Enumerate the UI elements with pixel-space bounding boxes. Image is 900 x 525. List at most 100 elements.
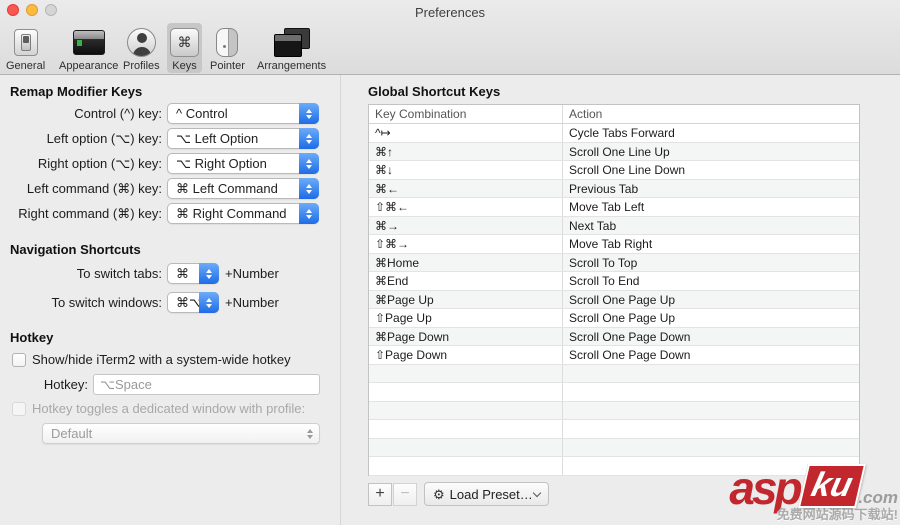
table-row[interactable]: ⇧Page Up Scroll One Page Up xyxy=(369,309,859,328)
key-combination-cell: ⇧Page Up xyxy=(369,309,563,327)
tab-label: Pointer xyxy=(210,60,245,72)
table-row[interactable]: ⇧⌘← Move Tab Left xyxy=(369,198,859,217)
table-row[interactable]: ^↦ Cycle Tabs Forward xyxy=(369,124,859,143)
gear-icon: ⚙ xyxy=(433,488,445,501)
profile-popup-value: Default xyxy=(51,424,92,444)
hotkey-input[interactable]: ⌥Space xyxy=(93,374,320,395)
remap-heading: Remap Modifier Keys xyxy=(10,84,142,99)
navigation-row-label: To switch windows: xyxy=(0,295,162,310)
tab-appearance[interactable]: Appearance xyxy=(56,23,121,73)
action-cell: Move Tab Right xyxy=(563,235,859,253)
action-cell: Scroll To Top xyxy=(563,254,859,272)
pane-divider xyxy=(340,75,341,525)
tab-general[interactable]: General xyxy=(3,23,48,73)
table-row[interactable]: ⌘← Previous Tab xyxy=(369,180,859,199)
profiles-person-icon xyxy=(127,28,156,57)
watermark: asp ku .com 免费网站源码下载站! xyxy=(729,464,898,523)
key-combination-cell: ⇧⌘→ xyxy=(369,235,563,253)
table-row[interactable]: ⌘End Scroll To End xyxy=(369,272,859,291)
show-hide-hotkey-checkbox[interactable] xyxy=(12,353,26,367)
key-combination-cell: ⌘End xyxy=(369,272,563,290)
table-row[interactable]: ⌘Page Up Scroll One Page Up xyxy=(369,291,859,310)
remap-row-label: Control (^) key: xyxy=(0,106,162,121)
stepper-icon xyxy=(299,203,319,224)
remap-row: Left command (⌘) key: ⌘ Left Command xyxy=(0,178,332,199)
chevron-down-icon xyxy=(533,488,541,496)
preferences-window: Preferences General Appearance Profiles … xyxy=(0,0,900,525)
remap-rows: Control (^) key: ^ Control Left option (… xyxy=(0,103,332,228)
action-cell: Scroll One Line Up xyxy=(563,143,859,161)
remap-dropdown-value: ⌘ Left Command xyxy=(176,179,278,199)
action-cell xyxy=(563,402,859,420)
remap-dropdown-value: ^ Control xyxy=(176,104,228,124)
stepper-icon xyxy=(299,153,319,174)
key-combination-cell: ⌘← xyxy=(369,180,563,198)
key-combination-cell xyxy=(369,383,563,401)
toolbar: General Appearance Profiles ⌘ Keys Point… xyxy=(0,22,900,74)
remap-row-label: Right option (⌥) key: xyxy=(0,156,162,172)
stepper-icon xyxy=(299,178,319,199)
navigation-dropdown-value: ⌘ xyxy=(176,264,189,284)
hotkey-heading: Hotkey xyxy=(10,330,53,345)
table-row[interactable] xyxy=(369,365,859,384)
table-row[interactable] xyxy=(369,383,859,402)
column-header-key[interactable]: Key Combination xyxy=(369,105,563,123)
tab-keys[interactable]: ⌘ Keys xyxy=(167,23,202,73)
table-body: ^↦ Cycle Tabs Forward ⌘↑ Scroll One Line… xyxy=(369,124,859,476)
action-cell: Next Tab xyxy=(563,217,859,235)
table-row[interactable] xyxy=(369,402,859,421)
table-row[interactable] xyxy=(369,439,859,458)
tab-label: Arrangements xyxy=(257,60,326,72)
table-row[interactable]: ⌘Home Scroll To Top xyxy=(369,254,859,273)
remap-dropdown[interactable]: ⌘ Left Command xyxy=(167,178,319,199)
table-row[interactable]: ⌘↓ Scroll One Line Down xyxy=(369,161,859,180)
tab-pointer[interactable]: Pointer xyxy=(207,23,248,73)
shortcut-table: Key Combination Action ^↦ Cycle Tabs For… xyxy=(368,104,860,476)
table-row[interactable]: ⌘Page Down Scroll One Page Down xyxy=(369,328,859,347)
action-cell: Scroll One Page Up xyxy=(563,291,859,309)
remap-row: Left option (⌥) key: ⌥ Left Option xyxy=(0,128,332,149)
remap-dropdown[interactable]: ^ Control xyxy=(167,103,319,124)
navigation-dropdown[interactable]: ⌘⌥ xyxy=(167,292,219,313)
key-combination-cell xyxy=(369,457,563,475)
action-cell: Scroll To End xyxy=(563,272,859,290)
popup-chevrons-icon xyxy=(307,424,313,443)
key-combination-cell xyxy=(369,365,563,383)
dedicated-window-checkbox[interactable] xyxy=(12,402,26,416)
tab-label: General xyxy=(6,60,45,72)
tab-label: Appearance xyxy=(59,60,118,72)
tab-profiles[interactable]: Profiles xyxy=(120,23,163,73)
navigation-rows: To switch tabs: ⌘ +Number To switch wind… xyxy=(0,263,332,321)
column-header-action[interactable]: Action xyxy=(563,105,859,123)
key-combination-cell: ⇧Page Down xyxy=(369,346,563,364)
key-combination-cell: ⌘Page Up xyxy=(369,291,563,309)
load-preset-button[interactable]: ⚙ Load Preset… xyxy=(424,482,549,506)
add-shortcut-button[interactable]: + xyxy=(368,483,392,506)
remap-dropdown[interactable]: ⌥ Right Option xyxy=(167,153,319,174)
table-row[interactable]: ⇧Page Down Scroll One Page Down xyxy=(369,346,859,365)
show-hide-hotkey-row: Show/hide iTerm2 with a system-wide hotk… xyxy=(12,352,291,367)
action-cell xyxy=(563,383,859,401)
profile-popup[interactable]: Default xyxy=(42,423,320,444)
table-row[interactable]: ⇧⌘→ Move Tab Right xyxy=(369,235,859,254)
watermark-asp: asp xyxy=(729,469,799,508)
remap-row: Right command (⌘) key: ⌘ Right Command xyxy=(0,203,332,224)
pointer-mouse-icon xyxy=(216,28,238,57)
table-row[interactable] xyxy=(369,420,859,439)
navigation-dropdown[interactable]: ⌘ xyxy=(167,263,219,284)
remap-row: Control (^) key: ^ Control xyxy=(0,103,332,124)
table-row[interactable]: ⌘→ Next Tab xyxy=(369,217,859,236)
remap-dropdown[interactable]: ⌥ Left Option xyxy=(167,128,319,149)
remap-dropdown[interactable]: ⌘ Right Command xyxy=(167,203,319,224)
stepper-icon xyxy=(199,263,219,284)
tab-arrangements[interactable]: Arrangements xyxy=(254,23,329,73)
title-bar: Preferences xyxy=(0,0,900,22)
table-row[interactable]: ⌘↑ Scroll One Line Up xyxy=(369,143,859,162)
dedicated-window-row: Hotkey toggles a dedicated window with p… xyxy=(12,401,305,416)
key-combination-cell: ⇧⌘← xyxy=(369,198,563,216)
window-header: Preferences General Appearance Profiles … xyxy=(0,0,900,75)
global-heading: Global Shortcut Keys xyxy=(368,84,500,99)
key-combination-cell: ⌘→ xyxy=(369,217,563,235)
arrangements-windows-icon xyxy=(274,28,310,57)
remove-shortcut-button[interactable]: − xyxy=(393,483,417,506)
